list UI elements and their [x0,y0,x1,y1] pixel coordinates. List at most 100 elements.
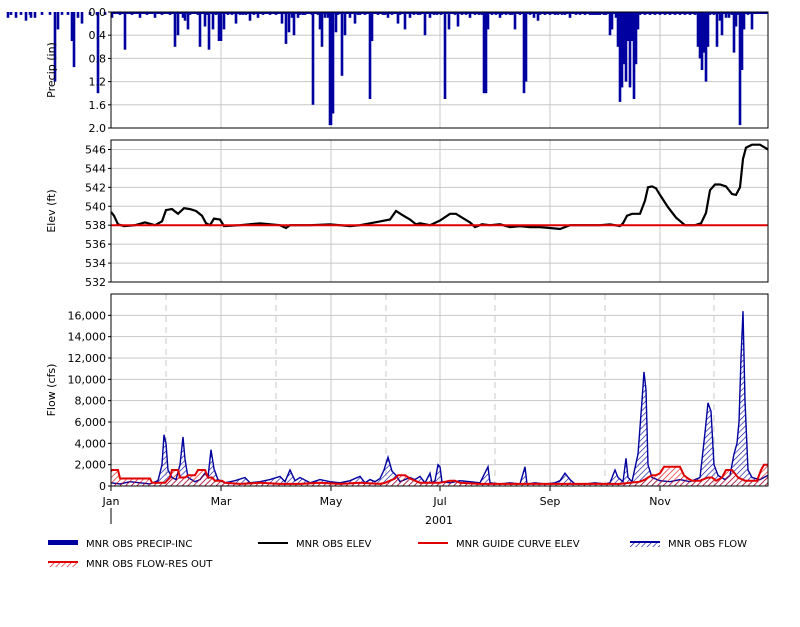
precip-bar [153,12,157,18]
precip-bar [176,12,180,36]
y-tick-label: 1.2 [89,76,107,89]
precip-bar [750,12,754,30]
precip-bar [727,12,731,18]
precip-bar [40,12,44,15]
precip-bar [24,12,28,21]
precip-bar [248,12,252,21]
x-tick-label: Nov [649,495,671,508]
elev-y-axis-title: Elev (ft) [45,189,58,232]
legend-item: MNR GUIDE CURVE ELEV [418,539,580,550]
x-tick-label: Mar [211,495,232,508]
elev-panel: 532 534 536 538 540 542 544 546 Elev (ft) [45,139,769,289]
precip-bar [370,12,374,41]
precip-bar [219,12,223,41]
precip-bar [456,12,460,27]
precip-bar [234,12,238,24]
precip-y-ticks: 0.0 0.4 0.8 1.2 1.6 2.0 [89,6,111,135]
precip-bar [66,12,70,15]
legend-label: MNR OBS FLOW-RES OUT [86,559,213,570]
precip-bar [513,12,517,30]
precip-bar [256,12,260,18]
precip-bar [14,12,18,18]
legend-label: MNR OBS FLOW [668,539,747,550]
legend-item: MNR OBS ELEV [258,539,372,550]
x-axis-year-label: 2001 [425,514,453,527]
y-tick-label: 0.8 [89,52,107,65]
precip-bar [331,12,335,114]
precip-bar [173,12,177,47]
y-tick-label: 2,000 [75,459,107,472]
precip-bar [60,12,64,15]
y-tick-label: 0.0 [89,6,107,19]
y-tick-label: 0.4 [89,29,107,42]
precip-bar [72,12,76,68]
x-tick-label: Sep [540,495,561,508]
precip-bar [29,12,33,18]
y-tick-label: 1.6 [89,99,107,112]
y-tick-label: 10,000 [68,373,107,386]
y-tick-label: 0 [99,480,106,493]
precip-bar [138,12,142,18]
precip-bar [287,12,291,33]
y-tick-label: 12,000 [68,352,107,365]
precip-bar [292,12,296,36]
precip-bar [428,12,432,18]
elev-gridlines [111,140,768,283]
precip-bar [386,12,390,18]
y-tick-label: 536 [85,238,106,251]
precip-bar [33,12,37,18]
legend-label: MNR GUIDE CURVE ELEV [456,539,580,550]
y-tick-label: 542 [85,181,106,194]
y-tick-label: 4,000 [75,437,107,450]
x-axis: Jan Mar May Jul Sep Nov [102,486,671,508]
y-tick-label: 538 [85,219,106,232]
precip-bar [610,12,614,30]
y-tick-label: 532 [85,276,106,289]
precip-bars [6,12,768,126]
legend-item: MNR OBS FLOW [630,539,747,550]
precip-bar [706,12,710,47]
precip-bar [48,12,52,15]
precip-bar [76,12,80,18]
precip-bar [724,12,728,18]
precip-bar [353,12,357,24]
flow-y-ticks: 0 2,000 4,000 6,000 8,000 10,000 12,000 14,000 1… [68,309,111,493]
y-tick-label: 2.0 [89,122,107,135]
legend-item: MNR OBS PRECIP-INC [48,539,192,550]
legend-label: MNR OBS ELEV [296,539,372,550]
flow-y-axis-title: Flow (cfs) [45,364,58,417]
precip-bar [468,12,472,18]
precip-bar [183,12,187,21]
x-tick-label: Jul [432,495,446,508]
precip-bar [19,12,23,15]
precip-bar [403,12,407,30]
y-tick-label: 534 [85,257,106,270]
precip-bar [207,12,211,50]
legend-item: MNR OBS FLOW-RES OUT [48,559,213,570]
precip-bar [532,12,536,18]
hydrograph-figure: 0.0 0.4 0.8 1.2 1.6 2.0 Precip (in) 532 534 536… [6,6,769,570]
precip-bar [222,12,226,30]
y-tick-label: 540 [85,200,106,213]
y-tick-label: 6,000 [75,416,107,429]
precip-bar [443,12,447,99]
precip-bar [720,12,724,36]
precip-bar [284,12,288,44]
y-tick-label: 8,000 [75,395,107,408]
y-tick-label: 544 [85,162,106,175]
legend-swatch [48,540,78,545]
precip-bar [486,12,490,30]
legend-label: MNR OBS PRECIP-INC [86,539,192,550]
precip-bar [524,12,528,82]
precip-bar [198,12,202,47]
precip-panel: 0.0 0.4 0.8 1.2 1.6 2.0 Precip (in) [6,6,769,135]
precip-bar [211,12,215,30]
precip-bar [715,12,719,47]
precip-bar [568,12,572,18]
precip-bar [323,12,327,18]
x-tick-label: May [320,495,343,508]
y-tick-label: 16,000 [68,309,107,322]
y-tick-label: 14,000 [68,331,107,344]
precip-bar [280,12,284,24]
precip-bar [742,12,746,30]
